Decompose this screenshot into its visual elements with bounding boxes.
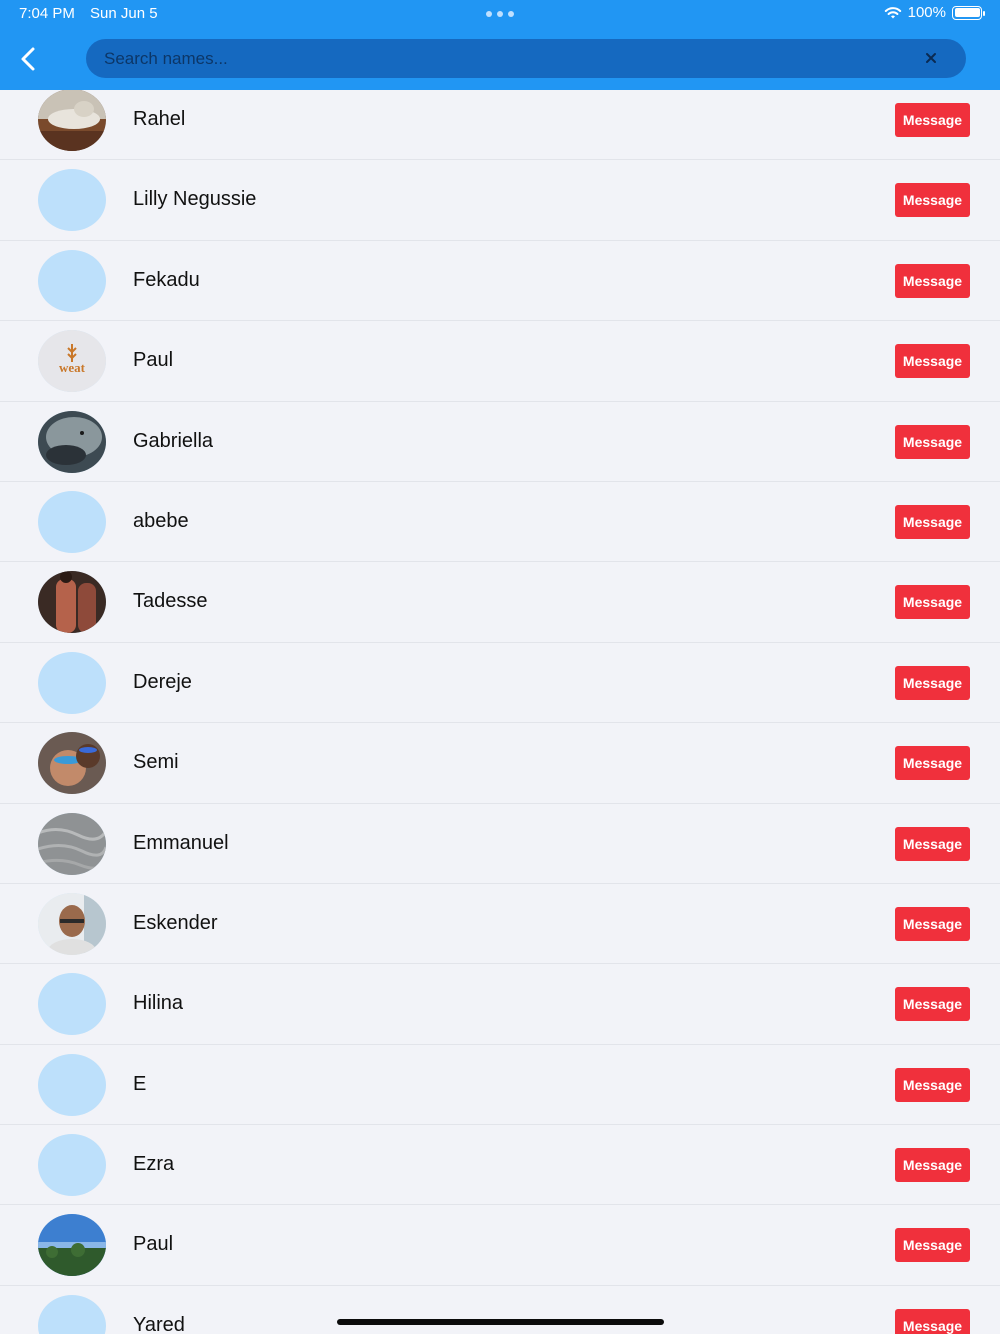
avatar[interactable] <box>38 249 106 312</box>
avatar[interactable] <box>38 89 106 151</box>
avatar[interactable] <box>38 892 106 955</box>
contact-name: Semi <box>133 751 179 774</box>
status-bar: 7:04 PM Sun Jun 5 100% <box>0 0 1000 28</box>
multitasking-dots-icon[interactable] <box>486 11 514 17</box>
battery-icon <box>952 5 985 20</box>
contact-name: Paul <box>133 1233 174 1256</box>
contact-row[interactable]: Rahel Message <box>0 80 1000 161</box>
back-button[interactable] <box>12 42 46 76</box>
avatar[interactable]: weat <box>38 330 106 393</box>
avatar[interactable] <box>38 973 106 1036</box>
avatar[interactable] <box>38 571 106 634</box>
avatar[interactable] <box>38 651 106 714</box>
avatar[interactable] <box>38 410 106 473</box>
contact-name: Fekadu <box>133 268 200 291</box>
message-button[interactable]: Message <box>895 746 970 781</box>
avatar[interactable] <box>38 812 106 875</box>
contact-row[interactable]: Semi Message <box>0 723 1000 804</box>
status-indicators: 100% <box>884 4 985 21</box>
contact-row[interactable]: Emmanuel Message <box>0 804 1000 884</box>
contact-name: Hilina <box>133 992 184 1015</box>
contact-row[interactable]: E Message <box>0 1045 1000 1126</box>
message-button[interactable]: Message <box>895 103 970 137</box>
search-input[interactable] <box>104 39 904 78</box>
message-button[interactable]: Message <box>895 1228 970 1263</box>
clear-search-button[interactable] <box>922 49 940 67</box>
home-indicator[interactable] <box>337 1319 664 1325</box>
contact-row[interactable]: Gabriella Message <box>0 402 1000 482</box>
chevron-left-icon <box>21 47 35 71</box>
message-button[interactable]: Message <box>895 826 970 861</box>
status-time: 7:04 PM <box>19 5 75 22</box>
contact-row[interactable]: Tadesse Message <box>0 562 1000 643</box>
contact-name: Eskender <box>133 911 218 934</box>
contact-row[interactable]: Yared Message <box>0 1286 1000 1334</box>
contact-row[interactable]: abebe Message <box>0 482 1000 563</box>
contact-row[interactable]: weat Paul Message <box>0 321 1000 402</box>
contact-row[interactable]: Lilly Negussie Message <box>0 160 1000 241</box>
search-bar <box>86 39 966 78</box>
message-button[interactable]: Message <box>895 1148 970 1183</box>
contact-name: Dereje <box>133 670 192 693</box>
status-date: Sun Jun 5 <box>90 5 158 22</box>
contact-name: Lilly Negussie <box>133 188 257 211</box>
message-button[interactable]: Message <box>895 183 970 218</box>
avatar[interactable] <box>38 1214 106 1277</box>
avatar[interactable] <box>38 732 106 795</box>
battery-percent: 100% <box>907 4 946 21</box>
message-button[interactable]: Message <box>895 504 970 539</box>
contact-name: Emmanuel <box>133 831 229 854</box>
weat-logo-text: weat <box>59 360 86 375</box>
avatar[interactable] <box>38 1053 106 1116</box>
message-button[interactable]: Message <box>895 1067 970 1102</box>
message-button[interactable]: Message <box>895 424 970 459</box>
contact-row[interactable]: Hilina Message <box>0 964 1000 1045</box>
contact-name: Gabriella <box>133 429 214 452</box>
message-button[interactable]: Message <box>895 906 970 941</box>
avatar[interactable] <box>38 1294 106 1334</box>
contacts-screen: 7:04 PM Sun Jun 5 100% Search names... R… <box>0 0 1000 1334</box>
message-button[interactable]: Message <box>895 585 970 620</box>
contact-row[interactable]: Paul Message <box>0 1205 1000 1286</box>
contact-name: abebe <box>133 509 189 532</box>
header-bar: 7:04 PM Sun Jun 5 100% <box>0 0 1000 90</box>
contact-list: Rahel Message Lilly Negussie Message Fekadu M… <box>0 80 1000 1334</box>
message-button[interactable]: Message <box>895 344 970 379</box>
contact-name: Yared <box>133 1313 185 1334</box>
message-button[interactable]: Message <box>895 263 970 298</box>
contact-row[interactable]: Eskender Message <box>0 884 1000 965</box>
contact-row[interactable]: Dereje Message <box>0 643 1000 724</box>
contact-name: Paul <box>133 349 174 372</box>
close-icon <box>926 53 936 63</box>
message-button[interactable]: Message <box>895 1308 970 1334</box>
avatar[interactable] <box>38 169 106 232</box>
contact-name: Ezra <box>133 1153 175 1176</box>
wifi-icon <box>884 6 901 18</box>
message-button[interactable]: Message <box>895 987 970 1022</box>
contact-row[interactable]: Fekadu Message <box>0 241 1000 322</box>
avatar[interactable] <box>38 1134 106 1197</box>
contact-name: E <box>133 1072 147 1095</box>
contact-row[interactable]: Ezra Message <box>0 1125 1000 1206</box>
message-button[interactable]: Message <box>895 665 970 700</box>
contact-name: Rahel <box>133 108 186 130</box>
contact-name: Tadesse <box>133 590 208 613</box>
avatar[interactable] <box>38 490 106 553</box>
